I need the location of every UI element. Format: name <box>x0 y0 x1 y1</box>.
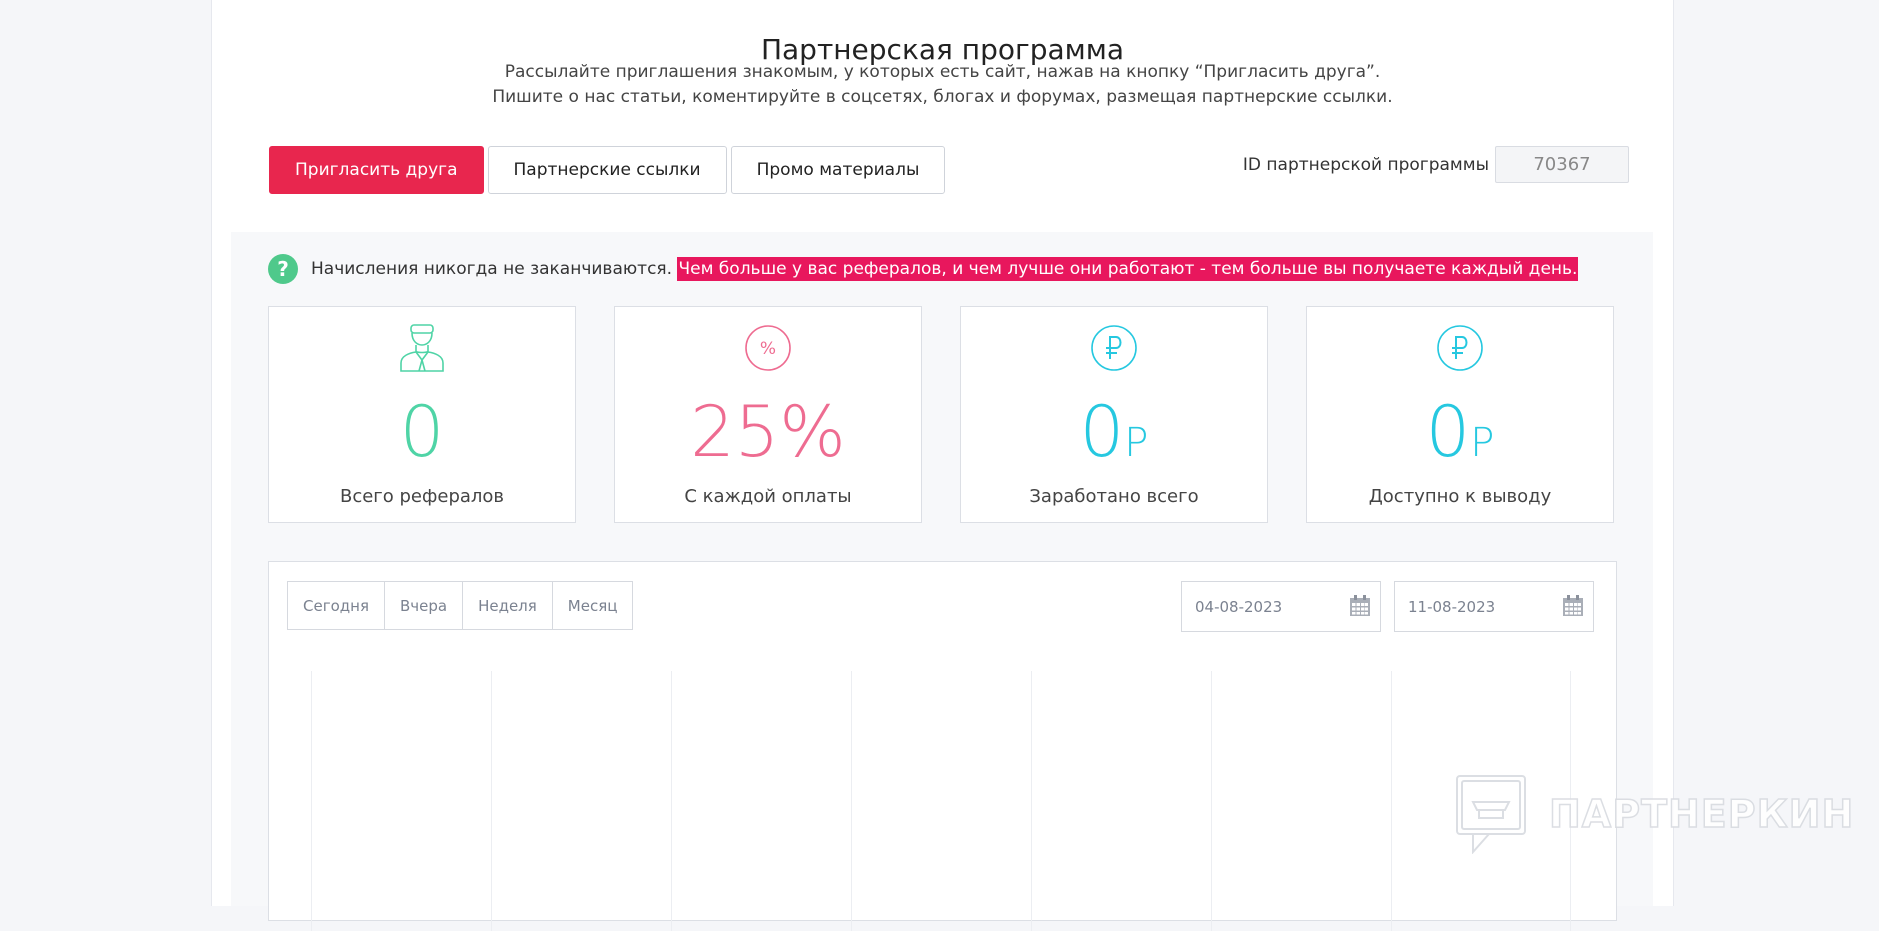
partner-id-group: ID партнерской программы <box>1243 146 1629 183</box>
question-icon[interactable]: ? <box>268 254 298 284</box>
period-selector: Сегодня Вчера Неделя Месяц <box>287 581 634 630</box>
stat-available-value: 0Р <box>1425 391 1495 473</box>
user-icon <box>400 324 444 372</box>
logo-icon <box>1456 775 1526 854</box>
stats-section: ? Начисления никогда не заканчиваются. Ч… <box>231 232 1653 931</box>
date-from-input[interactable] <box>1182 596 1347 617</box>
period-month-button[interactable]: Месяц <box>552 582 633 629</box>
partner-id-field[interactable] <box>1495 146 1629 183</box>
period-yesterday-button[interactable]: Вчера <box>384 582 464 629</box>
info-note-highlight: Чем больше у вас рефералов, и чем лучше … <box>677 257 1579 281</box>
tab-bar: Пригласить друга Партнерские ссылки Пром… <box>269 146 946 194</box>
page-subtitle: Рассылайте приглашения знакомым, у котор… <box>212 60 1673 110</box>
chart-panel: Сегодня Вчера Неделя Месяц <box>268 561 1617 931</box>
page-container: Партнерская программа Рассылайте приглаш… <box>211 0 1674 931</box>
tab-promo-materials[interactable]: Промо материалы <box>730 146 946 194</box>
chart-grid <box>311 671 1571 931</box>
ruble-icon <box>1437 325 1483 371</box>
period-week-button[interactable]: Неделя <box>463 582 553 629</box>
calendar-icon[interactable] <box>1349 595 1371 617</box>
calendar-icon[interactable] <box>1562 595 1584 617</box>
percent-icon: % <box>745 325 791 371</box>
stat-earned-label: Заработано всего <box>1029 486 1199 507</box>
stat-card-available: 0Р Доступно к выводу <box>1306 306 1614 523</box>
partner-id-label: ID партнерской программы <box>1242 154 1489 175</box>
stat-commission-value: 25% <box>690 391 846 473</box>
stat-cards: 0 Всего рефералов % 25% С каждой оплаты … <box>268 306 1614 523</box>
subtitle-line-2: Пишите о нас статьи, коментируйте в соцс… <box>492 87 1393 107</box>
info-note: ? Начисления никогда не заканчиваются. Ч… <box>268 254 1579 284</box>
period-today-button[interactable]: Сегодня <box>288 582 385 629</box>
info-note-text: Начисления никогда не заканчиваются. <box>311 259 673 279</box>
watermark-text: ПАРТНЕРКИН <box>1548 791 1855 837</box>
tab-partner-links[interactable]: Партнерские ссылки <box>487 146 727 194</box>
tab-invite-friend[interactable]: Пригласить друга <box>269 146 484 194</box>
date-to-field[interactable] <box>1394 581 1594 632</box>
date-from-field[interactable] <box>1181 581 1381 632</box>
stat-referrals-label: Всего рефералов <box>339 486 505 507</box>
stat-earned-value: 0Р <box>1079 391 1149 473</box>
subtitle-line-1: Рассылайте приглашения знакомым, у котор… <box>504 62 1381 82</box>
stat-card-referrals: 0 Всего рефералов <box>268 306 576 523</box>
ruble-icon <box>1091 325 1137 371</box>
stat-available-label: Доступно к выводу <box>1368 486 1552 507</box>
date-to-input[interactable] <box>1395 596 1560 617</box>
stat-card-earned-total: 0Р Заработано всего <box>960 306 1268 523</box>
svg-text:%: % <box>760 339 776 359</box>
stat-referrals-value: 0 <box>399 391 445 473</box>
stat-commission-label: С каждой оплаты <box>684 486 852 507</box>
watermark: ПАРТНЕРКИН <box>1455 774 1854 854</box>
stat-card-commission: % 25% С каждой оплаты <box>614 306 922 523</box>
